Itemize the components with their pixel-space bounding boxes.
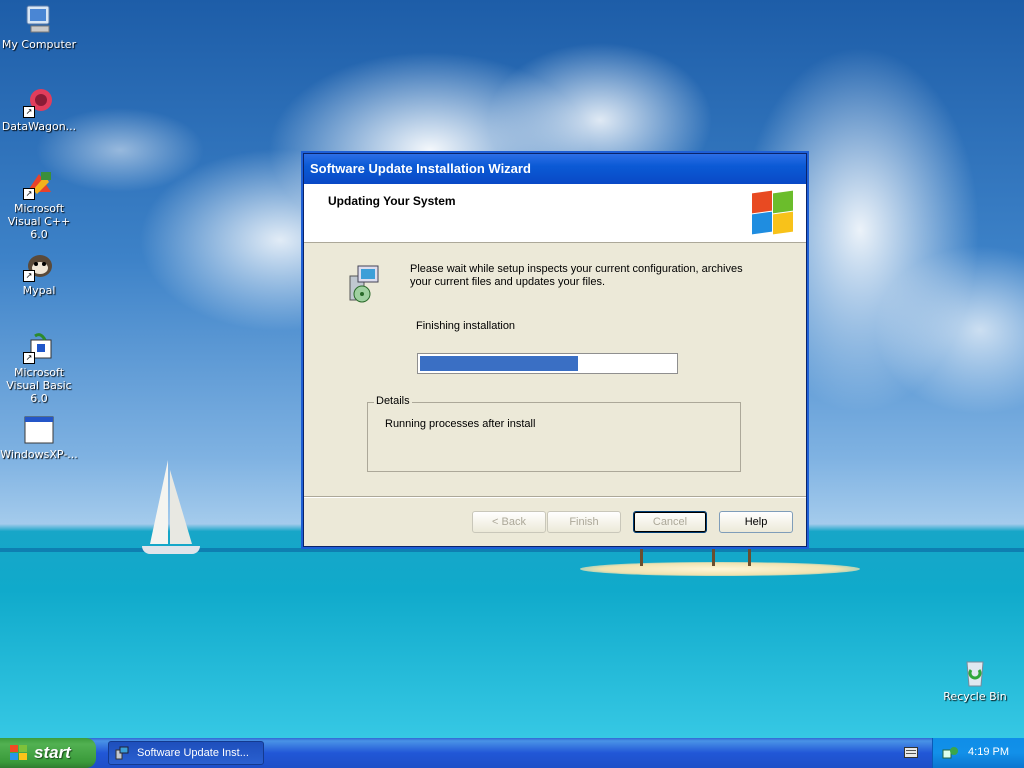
my-computer-icon: [23, 4, 55, 36]
taskbar-button-software-update[interactable]: Software Update Inst...: [108, 741, 264, 765]
datawagon-icon: ↗: [23, 86, 55, 118]
network-icon[interactable]: [942, 745, 958, 761]
button-separator: [304, 496, 806, 498]
visual-basic-icon: ↗: [23, 332, 55, 364]
setup-computer-icon: [115, 746, 129, 760]
desktop-icon-visual-cpp[interactable]: ↗ Microsoft Visual C++ 6.0: [0, 168, 78, 241]
start-label: start: [34, 743, 71, 762]
finish-button[interactable]: Finish: [547, 511, 621, 533]
wizard-header: Updating Your System: [304, 184, 806, 243]
mypal-icon: ↗: [23, 250, 55, 282]
desktop-icon-windowsxp[interactable]: WindowsXP-...: [0, 414, 78, 461]
desktop-icon-datawagon[interactable]: ↗ DataWagon...: [0, 86, 78, 133]
help-button[interactable]: Help: [719, 511, 793, 533]
desktop-icon-label: DataWagon...: [1, 120, 77, 133]
back-button[interactable]: < Back: [472, 511, 546, 533]
start-button[interactable]: start: [0, 738, 96, 768]
shortcut-arrow-icon: ↗: [23, 188, 35, 200]
desktop-icon-my-computer[interactable]: My Computer: [0, 4, 78, 51]
wizard-description: Please wait while setup inspects your cu…: [410, 263, 743, 288]
sailboat: [140, 460, 200, 560]
progress-fill: [420, 356, 579, 371]
install-progress-bar: [417, 353, 678, 374]
wizard-title[interactable]: Software Update Installation Wizard: [304, 154, 806, 184]
desktop-icon-label: Mypal: [22, 284, 56, 297]
setup-computer-icon: [344, 264, 380, 304]
taskbar: start Software Update Inst... 4:19 PM: [0, 738, 1024, 768]
shortcut-arrow-icon: ↗: [23, 352, 35, 364]
desktop-icon-label: Microsoft Visual C++ 6.0: [7, 202, 71, 241]
details-group: Details Running processes after install: [367, 395, 741, 472]
install-status-text: Finishing installation: [416, 320, 516, 332]
desktop-icon-mypal[interactable]: ↗ Mypal: [0, 250, 78, 297]
wizard-header-title: Updating Your System: [328, 194, 456, 208]
desktop-icon-label: Microsoft Visual Basic 6.0: [6, 366, 72, 405]
recycle-bin-icon: [959, 656, 991, 688]
visual-cpp-icon: ↗: [23, 168, 55, 200]
details-text: Running processes after install: [385, 418, 536, 430]
window-file-icon: [23, 414, 55, 446]
system-tray: 4:19 PM: [932, 738, 1024, 768]
shortcut-arrow-icon: ↗: [23, 106, 35, 118]
taskbar-button-label: Software Update Inst...: [137, 747, 249, 759]
clock: 4:19 PM: [968, 746, 1009, 758]
desktop-icon-label: My Computer: [1, 38, 77, 51]
desktop-icon-label: Recycle Bin: [943, 690, 1007, 703]
software-update-wizard-window: Software Update Installation Wizard Upda…: [303, 153, 807, 547]
windows-logo-icon: [750, 190, 794, 236]
desktop-icon-label: WindowsXP-...: [0, 448, 78, 461]
island: [580, 562, 860, 576]
cancel-button[interactable]: Cancel: [633, 511, 707, 533]
desktop-icon-recycle-bin[interactable]: Recycle Bin: [936, 656, 1014, 703]
shortcut-arrow-icon: ↗: [23, 270, 35, 282]
details-legend: Details: [374, 395, 412, 407]
desktop-icon-visual-basic[interactable]: ↗ Microsoft Visual Basic 6.0: [0, 332, 78, 405]
keyboard-icon[interactable]: [904, 747, 918, 758]
windows-flag-icon: [10, 745, 28, 761]
